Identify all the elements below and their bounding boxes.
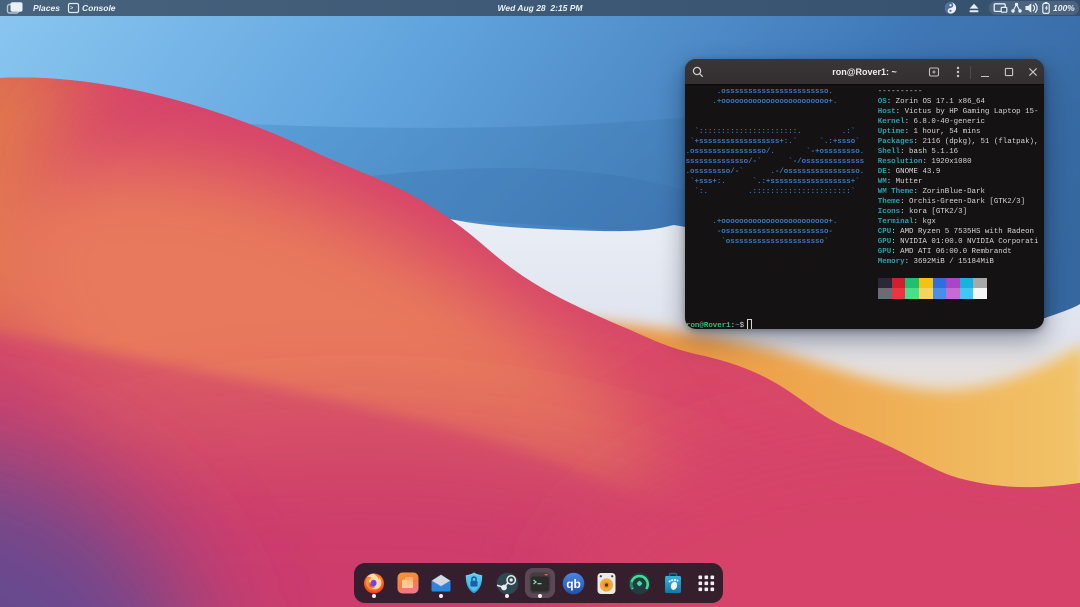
- svg-text:qb: qb: [566, 577, 581, 591]
